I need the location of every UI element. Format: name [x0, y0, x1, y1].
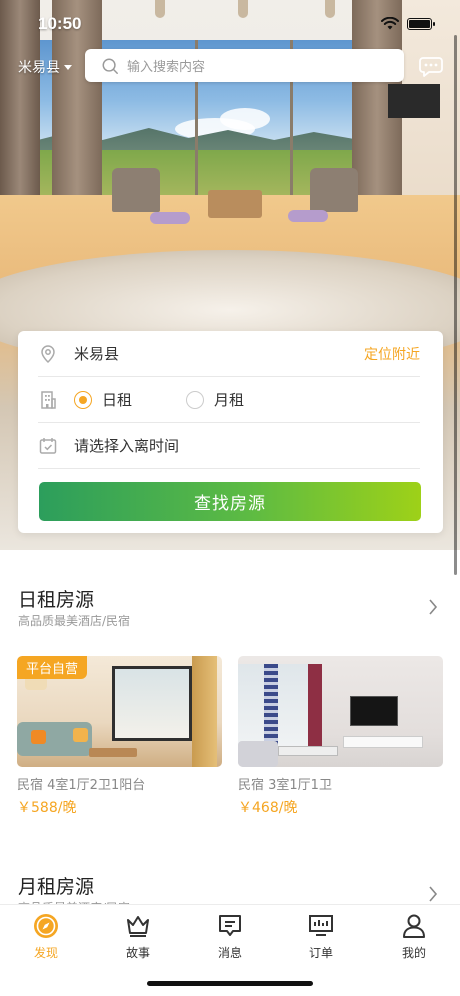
building-icon: [41, 390, 56, 409]
tab-orders[interactable]: 订单: [291, 913, 351, 961]
hero-tv: [388, 84, 440, 118]
status-bar: 10:50: [0, 0, 460, 50]
listing-card[interactable]: 平台自营 民宿 4室1厅2卫1阳台 ￥588/晚: [17, 656, 222, 817]
date-row[interactable]: 请选择入离时间: [38, 423, 420, 469]
tab-label: 我的: [401, 946, 426, 960]
tab-label: 消息: [217, 946, 242, 960]
listing-description: 民宿 3室1厅1卫: [238, 778, 332, 793]
chevron-right-icon[interactable]: [428, 599, 438, 615]
tab-stories[interactable]: 故事: [108, 913, 168, 961]
hero-cushion: [288, 210, 328, 222]
daily-section-subtitle: 高品质最美酒店/民宿: [18, 614, 131, 628]
tab-label: 订单: [308, 946, 333, 960]
city-selector[interactable]: 米易县: [18, 57, 72, 77]
rental-type-row: 日租 月租: [38, 377, 420, 423]
listing-photo[interactable]: [238, 656, 443, 767]
caret-down-icon: [64, 64, 72, 70]
compass-icon: [34, 914, 58, 938]
status-icons: [381, 17, 435, 30]
listing-card[interactable]: 民宿 3室1厅1卫 ￥468/晚: [238, 656, 443, 817]
message-icon: [219, 915, 241, 936]
tab-label: 发现: [33, 946, 58, 960]
scroll-indicator[interactable]: [454, 35, 457, 575]
search-icon: [102, 58, 118, 74]
hero-cloud: [220, 108, 270, 130]
monthly-section-title[interactable]: 月租房源: [18, 872, 94, 899]
daily-rent-label[interactable]: 日租: [102, 389, 132, 410]
listing-description: 民宿 4室1厅2卫1阳台: [17, 778, 146, 793]
rental-type-radio-group: 日租 月租: [74, 389, 298, 410]
listing-photo[interactable]: 平台自营: [17, 656, 222, 767]
monthly-rent-radio[interactable]: [186, 390, 205, 409]
monthly-rent-label[interactable]: 月租: [214, 389, 244, 410]
hero-chair: [112, 168, 160, 212]
search-input[interactable]: 输入搜索内容: [85, 49, 404, 82]
wifi-icon: [381, 17, 399, 30]
date-placeholder: 请选择入离时间: [74, 437, 180, 455]
hero-table: [208, 190, 262, 218]
location-value: 米易县: [74, 345, 120, 363]
status-time: 10:50: [38, 14, 82, 33]
tab-label: 故事: [125, 946, 150, 960]
location-row[interactable]: 米易县 定位附近: [38, 331, 420, 377]
battery-icon: [407, 17, 435, 30]
calendar-icon: [39, 437, 57, 454]
tab-discover[interactable]: 发现: [16, 913, 76, 961]
city-label: 米易县: [18, 60, 60, 76]
listing-price: ￥588/晚: [17, 800, 77, 816]
search-placeholder: 输入搜索内容: [127, 60, 206, 75]
tab-profile[interactable]: 我的: [384, 913, 444, 961]
chevron-right-icon[interactable]: [428, 886, 438, 902]
search-card: 米易县 定位附近 日租 月租 请选择入离时间 查找房源: [18, 331, 443, 533]
order-icon: [309, 915, 333, 936]
hero-cushion: [150, 212, 190, 224]
locate-nearby-button[interactable]: 定位附近: [364, 344, 420, 364]
daily-rent-radio[interactable]: [74, 390, 92, 409]
chat-bubble-icon[interactable]: [419, 56, 443, 78]
daily-section-title[interactable]: 日租房源: [18, 585, 94, 612]
tab-messages[interactable]: 消息: [200, 913, 260, 961]
listing-price: ￥468/晚: [238, 800, 298, 816]
home-indicator[interactable]: [147, 981, 313, 986]
crown-icon: [127, 916, 149, 937]
hero-chair: [310, 168, 358, 212]
location-pin-icon: [41, 344, 55, 363]
self-operated-badge: 平台自营: [17, 656, 88, 679]
find-listings-button[interactable]: 查找房源: [39, 482, 421, 521]
person-icon: [403, 914, 425, 938]
